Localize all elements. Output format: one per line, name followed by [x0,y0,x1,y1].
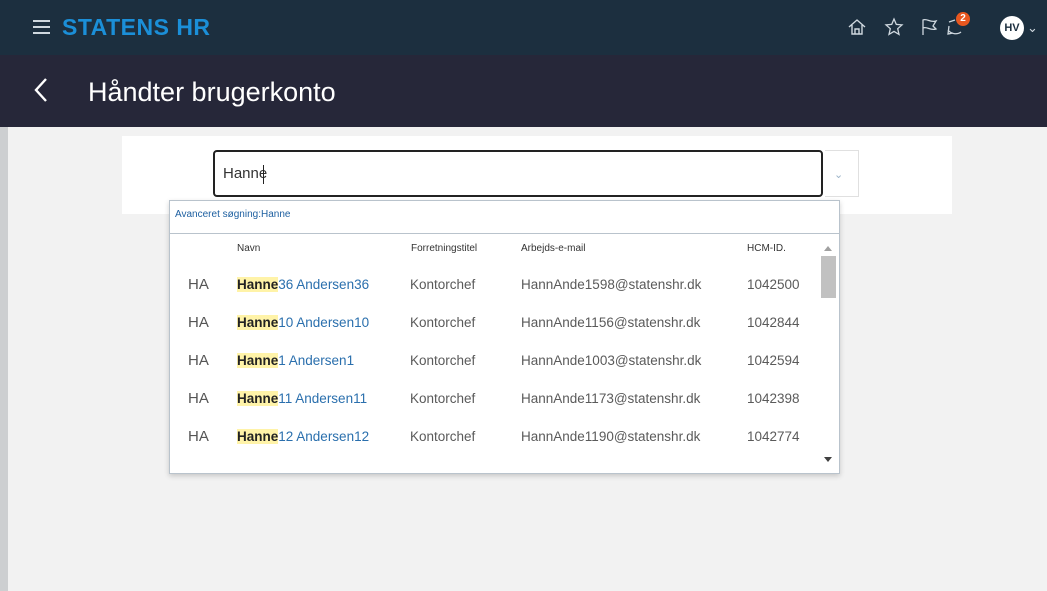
star-icon[interactable] [883,16,905,38]
row-initials: HA [188,428,209,445]
row-email: HannAnde1598@statenshr.dk [521,277,702,292]
divider [170,233,839,234]
result-row[interactable]: HA Hanne12 Andersen12 Kontorchef HannAnd… [170,418,820,456]
row-title: Kontorchef [410,429,476,444]
row-id: 1042774 [747,429,800,444]
result-row[interactable]: HA Hanne1 Andersen1 Kontorchef HannAnde1… [170,342,820,380]
name-rest: 1 Andersen1 [278,353,355,368]
name-rest: 10 Andersen10 [278,315,370,330]
row-email: HannAnde1190@statenshr.dk [521,429,701,444]
row-title: Kontorchef [410,353,476,368]
column-header-id: HCM-ID. [747,243,786,254]
name-rest: 12 Andersen12 [278,429,370,444]
name-match-highlight: Hanne [237,315,279,330]
results-scrollbar[interactable] [820,239,837,471]
row-name[interactable]: Hanne12 Andersen12 [237,429,369,444]
scrollbar-thumb[interactable] [821,256,836,298]
name-match-highlight: Hanne [237,429,279,444]
notification-badge: 2 [956,12,970,26]
flag-icon[interactable] [918,16,940,38]
back-arrow-icon[interactable] [33,77,49,103]
row-initials: HA [188,390,209,407]
brand-logo[interactable]: STATENS HR [62,14,211,41]
top-navigation-bar: STATENS HR 2 HV ⌄ [0,0,1047,55]
result-row[interactable]: HA Hanne36 Andersen36 Kontorchef HannAnd… [170,266,820,304]
row-email: HannAnde1156@statenshr.dk [521,315,701,330]
row-initials: HA [188,276,209,293]
search-input[interactable] [223,165,783,182]
row-name[interactable]: Hanne1 Andersen1 [237,353,354,368]
result-row[interactable]: HA Hanne10 Andersen10 Kontorchef HannAnd… [170,304,820,342]
home-icon[interactable] [846,16,868,38]
column-header-title: Forretningstitel [411,243,478,254]
page-title: Håndter brugerkonto [88,77,336,107]
row-id: 1042594 [747,353,800,368]
scroll-down-arrow-icon[interactable] [824,457,832,462]
name-match-highlight: Hanne [237,391,279,406]
row-id: 1042500 [747,277,800,292]
row-id: 1042844 [747,315,800,330]
row-name[interactable]: Hanne36 Andersen36 [237,277,369,292]
row-email: HannAnde1003@statenshr.dk [521,353,702,368]
row-initials: HA [188,314,209,331]
hamburger-menu-icon[interactable] [33,20,50,34]
text-cursor [263,165,264,184]
name-match-highlight: Hanne [237,277,279,292]
advanced-search-link[interactable]: Avanceret søgning:Hanne [175,209,290,220]
user-avatar[interactable]: HV [1000,16,1024,40]
name-match-highlight: Hanne [237,353,279,368]
column-header-name: Navn [237,243,261,254]
row-title: Kontorchef [410,391,476,406]
result-row[interactable]: HA Hanne11 Andersen11 Kontorchef HannAnd… [170,380,820,418]
chevron-down-icon[interactable]: ⌄ [1027,20,1038,36]
chevron-down-icon: ⌄ [834,169,844,181]
scroll-up-arrow-icon[interactable] [824,246,832,251]
row-title: Kontorchef [410,277,476,292]
search-dropdown-button[interactable]: ⌄ [825,150,859,197]
row-name[interactable]: Hanne10 Andersen10 [237,315,369,330]
search-field[interactable] [213,150,823,197]
name-rest: 36 Andersen36 [278,277,370,292]
row-initials: HA [188,352,209,369]
row-id: 1042398 [747,391,800,406]
row-name[interactable]: Hanne11 Andersen11 [237,391,367,406]
search-results-dropdown: Avanceret søgning:Hanne Navn Forretnings… [169,200,840,474]
name-rest: 11 Andersen11 [278,391,368,406]
row-title: Kontorchef [410,315,476,330]
row-email: HannAnde1173@statenshr.dk [521,391,701,406]
column-header-email: Arbejds-e-mail [521,243,586,254]
